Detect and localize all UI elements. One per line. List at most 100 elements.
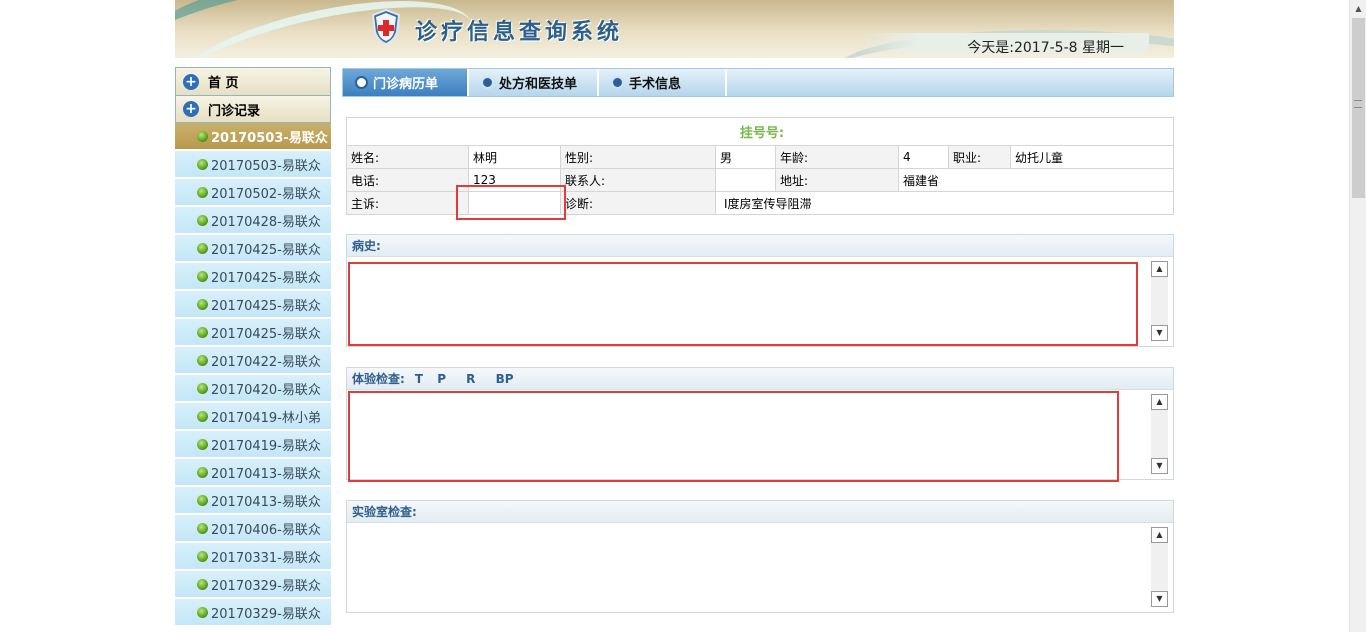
history-scrollbar[interactable]: ▲ ▼: [1151, 261, 1168, 341]
sidebar-record-label: 20170419-林小弟: [211, 410, 321, 426]
green-dot-icon: [197, 606, 208, 618]
tab-circle-icon: [481, 76, 494, 89]
complaint-highlight: [456, 185, 566, 220]
sidebar-record-label: 20170420-易联众: [211, 382, 321, 398]
sidebar-record-item[interactable]: 20170420-易联众: [175, 375, 331, 403]
green-dot-icon: [197, 186, 208, 198]
sidebar-record-label: 20170503-易联众: [211, 158, 321, 174]
sidebar-record-label: 20170428-易联众: [211, 214, 321, 230]
contact-value: [715, 168, 776, 192]
lab-exam-textarea[interactable]: ▲ ▼: [347, 523, 1173, 612]
vitals-labels: T P R BP: [405, 372, 514, 386]
sidebar-record-item[interactable]: 20170419-林小弟: [175, 403, 331, 431]
tab-circle-icon: [611, 76, 624, 89]
physical-exam-highlight: [348, 391, 1119, 482]
history-title: 病史:: [347, 235, 1173, 257]
plus-circle-icon: +: [183, 101, 199, 117]
sidebar-record-label: 20170413-易联众: [211, 466, 321, 482]
vital-t: T: [414, 371, 423, 386]
name-value: 林明: [468, 145, 561, 169]
sidebar-record-item[interactable]: 20170502-易联众: [175, 179, 331, 207]
header-banner: 诊疗信息查询系统 今天是:2017-5-8 星期一: [175, 0, 1174, 58]
tab-label: 处方和医技单: [499, 77, 578, 92]
scroll-up-arrow-icon[interactable]: ▲: [1151, 527, 1168, 543]
physical-exam-title: 体验检查: T P R BP: [347, 368, 1173, 390]
plus-circle-icon: +: [183, 73, 199, 90]
sidebar-record-item[interactable]: 20170406-易联众: [175, 515, 331, 543]
sidebar-record-item[interactable]: 20170419-易联众: [175, 431, 331, 459]
scroll-up-arrow-icon[interactable]: ▲: [1350, 0, 1366, 17]
occupation-value: 幼托儿童: [1010, 145, 1174, 169]
sidebar-record-label: 20170502-易联众: [211, 186, 321, 202]
tab-label: 门诊病历单: [373, 77, 439, 92]
sidebar: + 首 页 + 门诊记录 20170503-易联众 20170503-易联众 201…: [175, 67, 331, 632]
tab-prescriptions[interactable]: 处方和医技单: [469, 69, 599, 96]
vital-r: R: [466, 371, 476, 386]
tab-label: 手术信息: [629, 77, 682, 92]
tab-outpatient-record[interactable]: 门诊病历单: [343, 69, 469, 96]
sidebar-record-label: 20170419-易联众: [211, 438, 321, 454]
scroll-up-arrow-icon[interactable]: ▲: [1151, 261, 1168, 277]
sidebar-record-item[interactable]: 20170425-易联众: [175, 319, 331, 347]
sidebar-record-label: 20170425-易联众: [211, 298, 321, 314]
sidebar-record-item[interactable]: 20170425-易联众: [175, 263, 331, 291]
sidebar-record-label: 20170422-易联众: [211, 354, 321, 370]
sidebar-record-item[interactable]: 20170425-易联众: [175, 291, 331, 319]
address-label: 地址:: [775, 168, 899, 192]
gender-label: 性别:: [560, 145, 716, 169]
medical-shield-icon: [371, 8, 401, 46]
scroll-down-arrow-icon[interactable]: ▼: [1151, 458, 1168, 474]
green-dot-icon: [197, 326, 208, 338]
sidebar-record-label: 20170413-易联众: [211, 494, 321, 510]
green-dot-icon: [197, 130, 208, 142]
sidebar-record-label: 20170425-易联众: [211, 270, 321, 286]
sidebar-home[interactable]: + 首 页: [175, 67, 331, 95]
sidebar-outpatient-records[interactable]: + 门诊记录: [175, 95, 331, 123]
green-dot-icon: [197, 298, 208, 310]
contact-label: 联系人:: [560, 168, 716, 192]
sidebar-record-label: 20170425-易联众: [211, 242, 321, 258]
sidebar-record-item[interactable]: 20170503-易联众: [175, 123, 331, 151]
scrollbar-thumb[interactable]: [1352, 18, 1365, 198]
physical-exam-scrollbar[interactable]: ▲ ▼: [1151, 394, 1168, 474]
sidebar-record-item[interactable]: 20170503-易联众: [175, 151, 331, 179]
app-title: 诊疗信息查询系统: [415, 20, 624, 45]
tab-surgery-info[interactable]: 手术信息: [599, 69, 727, 96]
sidebar-record-item[interactable]: 20170428-易联众: [175, 207, 331, 235]
history-highlight: [348, 262, 1138, 346]
sidebar-record-item[interactable]: 20170425-易联众: [175, 235, 331, 263]
green-dot-icon: [197, 410, 208, 422]
vital-p: P: [437, 371, 446, 386]
diagnosis-value: Ⅰ度房室传导阻滞: [715, 191, 1174, 215]
page-scrollbar[interactable]: ▲: [1349, 0, 1366, 632]
sidebar-record-item[interactable]: 20170329-易联众: [175, 571, 331, 599]
sidebar-record-item[interactable]: 20170422-易联众: [175, 347, 331, 375]
green-dot-icon: [197, 354, 208, 366]
occupation-label: 职业:: [948, 145, 1011, 169]
green-dot-icon: [197, 438, 208, 450]
sidebar-record-label: 20170425-易联众: [211, 326, 321, 342]
green-dot-icon: [197, 382, 208, 394]
tab-circle-icon: [355, 76, 368, 89]
sidebar-record-item[interactable]: 20170329-易联众: [175, 599, 331, 627]
sidebar-record-item[interactable]: 20170331-易联众: [175, 543, 331, 571]
green-dot-icon: [197, 214, 208, 226]
green-dot-icon: [197, 494, 208, 506]
age-value: 4: [898, 145, 949, 169]
address-value: 福建省: [898, 168, 1174, 192]
sidebar-record-label: 20170329-易联众: [211, 578, 321, 594]
green-dot-icon: [197, 242, 208, 254]
vital-bp: BP: [495, 371, 514, 386]
tab-bar: 门诊病历单 处方和医技单 手术信息: [342, 68, 1174, 97]
green-dot-icon: [197, 522, 208, 534]
sidebar-record-label: 20170329-易联众: [211, 606, 321, 622]
scroll-down-arrow-icon[interactable]: ▼: [1151, 325, 1168, 341]
scroll-up-arrow-icon[interactable]: ▲: [1151, 394, 1168, 410]
name-label: 姓名:: [346, 145, 469, 169]
sidebar-record-item[interactable]: 20170413-易联众: [175, 487, 331, 515]
scrollbar-grip-icon: [1354, 100, 1362, 108]
complaint-label: 主诉:: [346, 191, 469, 215]
sidebar-record-item[interactable]: 20170413-易联众: [175, 459, 331, 487]
lab-exam-scrollbar[interactable]: ▲ ▼: [1151, 527, 1168, 607]
scroll-down-arrow-icon[interactable]: ▼: [1151, 591, 1168, 607]
